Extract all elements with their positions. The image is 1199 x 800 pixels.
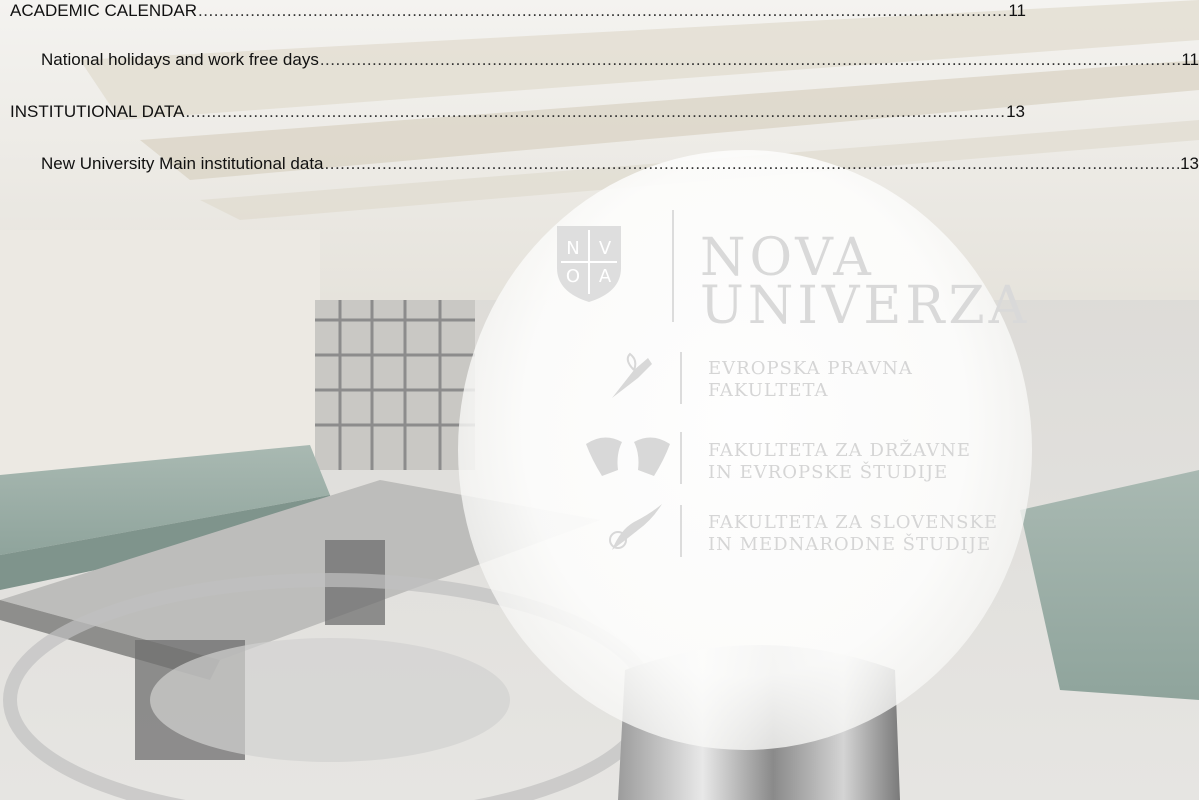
quill-ribbon-icon: [609, 504, 662, 550]
faculty-3-divider: [680, 505, 682, 557]
faculty-3-line2: IN MEDNARODNE ŠTUDIJE: [708, 534, 992, 555]
faculty-2-line1: FAKULTETA ZA DRŽAVNE: [708, 440, 971, 461]
toc-entry-academic-calendar[interactable]: ACADEMIC CALENDAR 11: [10, 0, 1026, 22]
faculty-2-divider: [680, 432, 682, 484]
toc-page-number: 13: [1180, 154, 1199, 173]
logo-divider: [672, 210, 674, 322]
toc-page-number: 11: [1008, 1, 1026, 20]
shield-letter-v: V: [599, 238, 612, 259]
toc-entry-main-institutional-data[interactable]: New University Main institutional data 1…: [41, 153, 1199, 175]
twin-profiles-icon: [586, 437, 670, 476]
toc-leader: [198, 0, 1007, 22]
toc-entry-national-holidays[interactable]: National holidays and work free days 11: [41, 49, 1199, 71]
toc-title: INSTITUTIONAL DATA: [10, 102, 185, 121]
bow-ribbon-icon: [612, 352, 652, 398]
toc-page-number: 13: [1006, 102, 1025, 121]
shield-logo-icon: N V O A: [557, 226, 621, 302]
toc-title: National holidays and work free days: [41, 50, 319, 69]
faculty-2-line2: IN EVROPSKE ŠTUDIJE: [708, 462, 949, 483]
toc-leader: [325, 153, 1180, 175]
toc-entry-institutional-data[interactable]: INSTITUTIONAL DATA 13: [10, 101, 1025, 123]
toc-title: New University Main institutional data: [41, 154, 324, 173]
faculty-1-line2: FAKULTETA: [708, 380, 829, 401]
faculty-1-line1: EVROPSKA PRAVNA: [708, 358, 913, 379]
shield-letter-a: A: [599, 266, 612, 287]
toc-page-number: 11: [1181, 50, 1199, 69]
toc-leader: [185, 101, 1005, 123]
table-of-contents: ACADEMIC CALENDAR 11 National holidays a…: [0, 0, 1199, 200]
toc-leader: [320, 49, 1181, 71]
faculty-3-line1: FAKULTETA ZA SLOVENSKE: [708, 512, 999, 533]
shield-letter-n: N: [566, 238, 579, 259]
faculty-1-divider: [680, 352, 682, 404]
brand-name-line2: UNIVERZA: [700, 276, 1031, 336]
shield-letter-o: O: [566, 266, 580, 287]
toc-title: ACADEMIC CALENDAR: [10, 1, 198, 20]
